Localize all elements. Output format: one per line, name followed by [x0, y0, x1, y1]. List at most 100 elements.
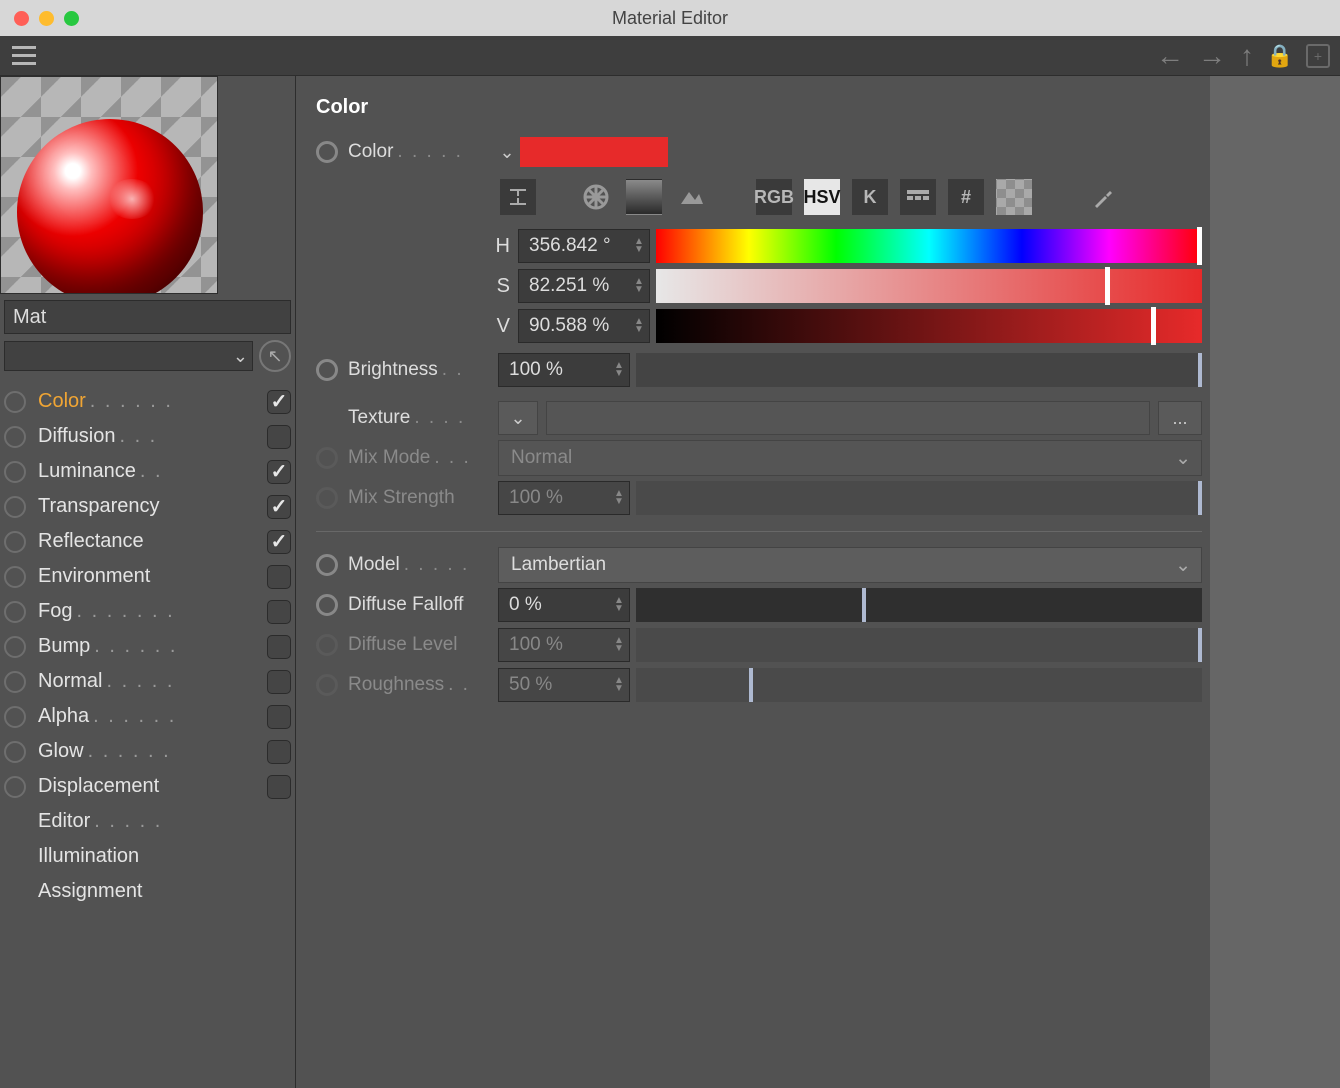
chevron-down-icon: ⌄ — [233, 346, 248, 367]
channel-displacement[interactable]: Displacement — [4, 769, 295, 804]
nav-up-icon[interactable]: ↑ — [1240, 40, 1254, 72]
channel-label: Displacement — [38, 775, 267, 798]
minimize-window-icon[interactable] — [39, 11, 54, 26]
h-slider[interactable] — [656, 229, 1202, 263]
material-preview[interactable] — [0, 76, 218, 294]
property-toggle-falloff[interactable] — [316, 594, 338, 616]
channel-bump[interactable]: Bump . . . . . . — [4, 629, 295, 664]
channel-glow[interactable]: Glow . . . . . . — [4, 734, 295, 769]
s-slider[interactable] — [656, 269, 1202, 303]
property-toggle-model[interactable] — [316, 554, 338, 576]
channel-editor[interactable]: Editor . . . . . — [4, 804, 295, 839]
lock-icon[interactable]: 🔒 — [1268, 44, 1292, 68]
channel-toggle-icon[interactable] — [4, 391, 26, 413]
channel-label: Alpha . . . . . . — [38, 705, 267, 728]
v-value-input[interactable]: 90.588 %▲▼ — [518, 309, 650, 343]
property-toggle-brightness[interactable] — [316, 359, 338, 381]
channel-checkbox[interactable] — [267, 705, 291, 729]
channel-label: Environment — [38, 565, 267, 588]
menu-button[interactable] — [6, 38, 42, 74]
arrow-picker-icon[interactable]: ↖ — [259, 340, 291, 372]
color-tool-sliders-icon[interactable] — [500, 179, 536, 215]
brightness-slider[interactable] — [636, 353, 1202, 387]
channel-transparency[interactable]: Transparency — [4, 489, 295, 524]
window-title: Material Editor — [0, 8, 1340, 29]
close-window-icon[interactable] — [14, 11, 29, 26]
brightness-input[interactable]: 100 %▲▼ — [498, 353, 630, 387]
channel-checkbox[interactable] — [267, 600, 291, 624]
color-disclose-icon[interactable]: ⌄ — [498, 143, 516, 161]
eyedropper-icon[interactable] — [1086, 179, 1122, 215]
model-select[interactable]: Lambertian⌄ — [498, 547, 1202, 583]
v-slider[interactable] — [656, 309, 1202, 343]
channel-checkbox[interactable] — [267, 495, 291, 519]
channel-toggle-icon[interactable] — [4, 671, 26, 693]
channel-checkbox[interactable] — [267, 740, 291, 764]
color-swatch[interactable] — [520, 137, 668, 167]
mixstrength-slider — [636, 481, 1202, 515]
channel-toggle-icon[interactable] — [4, 741, 26, 763]
channel-toggle-icon[interactable] — [4, 706, 26, 728]
channel-checkbox[interactable] — [267, 670, 291, 694]
v-label: V — [486, 315, 510, 338]
channel-toggle-icon[interactable] — [4, 776, 26, 798]
model-label: Model — [348, 554, 400, 576]
channel-checkbox[interactable] — [267, 425, 291, 449]
texture-field[interactable] — [546, 401, 1150, 435]
color-wheel-icon[interactable] — [578, 179, 614, 215]
channel-checkbox[interactable] — [267, 635, 291, 659]
k-mode-button[interactable]: K — [852, 179, 888, 215]
h-value-input[interactable]: 356.842 °▲▼ — [518, 229, 650, 263]
channel-checkbox[interactable] — [267, 390, 291, 414]
channel-environment[interactable]: Environment — [4, 559, 295, 594]
channel-luminance[interactable]: Luminance . . — [4, 454, 295, 489]
roughness-input: 50 %▲▼ — [498, 668, 630, 702]
channel-toggle-icon[interactable] — [4, 531, 26, 553]
hsv-mode-button[interactable]: HSV — [804, 179, 840, 215]
channel-toggle-icon[interactable] — [4, 461, 26, 483]
channel-illumination[interactable]: Illumination — [4, 839, 295, 874]
channel-label: Glow . . . . . . — [38, 740, 267, 763]
channel-checkbox[interactable] — [267, 565, 291, 589]
channel-reflectance[interactable]: Reflectance — [4, 524, 295, 559]
maximize-window-icon[interactable] — [64, 11, 79, 26]
channel-label: Normal . . . . . — [38, 670, 267, 693]
channel-checkbox[interactable] — [267, 530, 291, 554]
hex-mode-button[interactable]: # — [948, 179, 984, 215]
falloff-slider[interactable] — [636, 588, 1202, 622]
channel-normal[interactable]: Normal . . . . . — [4, 664, 295, 699]
channel-assignment[interactable]: Assignment — [4, 874, 295, 909]
property-toggle-color[interactable] — [316, 141, 338, 163]
falloff-input[interactable]: 0 %▲▼ — [498, 588, 630, 622]
texture-dropdown[interactable]: ⌄ — [498, 401, 538, 435]
channel-checkbox[interactable] — [267, 460, 291, 484]
channel-checkbox[interactable] — [267, 775, 291, 799]
diffuse-level-slider — [636, 628, 1202, 662]
nav-forward-icon[interactable]: → — [1198, 40, 1226, 72]
channel-toggle-icon[interactable] — [4, 601, 26, 623]
channel-toggle-icon[interactable] — [4, 566, 26, 588]
channel-label: Color . . . . . . — [38, 390, 267, 413]
preview-sphere — [17, 119, 203, 294]
rgb-mode-button[interactable]: RGB — [756, 179, 792, 215]
titlebar: Material Editor — [0, 0, 1340, 36]
color-picture-icon[interactable] — [674, 179, 710, 215]
channel-toggle-icon[interactable] — [4, 636, 26, 658]
new-material-icon[interactable]: + — [1306, 44, 1330, 68]
channel-diffusion[interactable]: Diffusion . . . — [4, 419, 295, 454]
material-selector-dropdown[interactable]: ⌄ — [4, 341, 253, 371]
swatch-grid-icon[interactable] — [996, 179, 1032, 215]
s-value-input[interactable]: 82.251 %▲▼ — [518, 269, 650, 303]
channel-fog[interactable]: Fog . . . . . . . — [4, 594, 295, 629]
color-spectrum-icon[interactable] — [626, 179, 662, 215]
channel-label: Diffusion . . . — [38, 425, 267, 448]
mixer-icon[interactable] — [900, 179, 936, 215]
nav-back-icon[interactable]: ← — [1156, 40, 1184, 72]
channel-label: Reflectance — [38, 530, 267, 553]
channel-toggle-icon[interactable] — [4, 426, 26, 448]
channel-toggle-icon[interactable] — [4, 496, 26, 518]
texture-browse-button[interactable]: ... — [1158, 401, 1202, 435]
material-name-input[interactable] — [4, 300, 291, 334]
channel-color[interactable]: Color . . . . . . — [4, 384, 295, 419]
channel-alpha[interactable]: Alpha . . . . . . — [4, 699, 295, 734]
